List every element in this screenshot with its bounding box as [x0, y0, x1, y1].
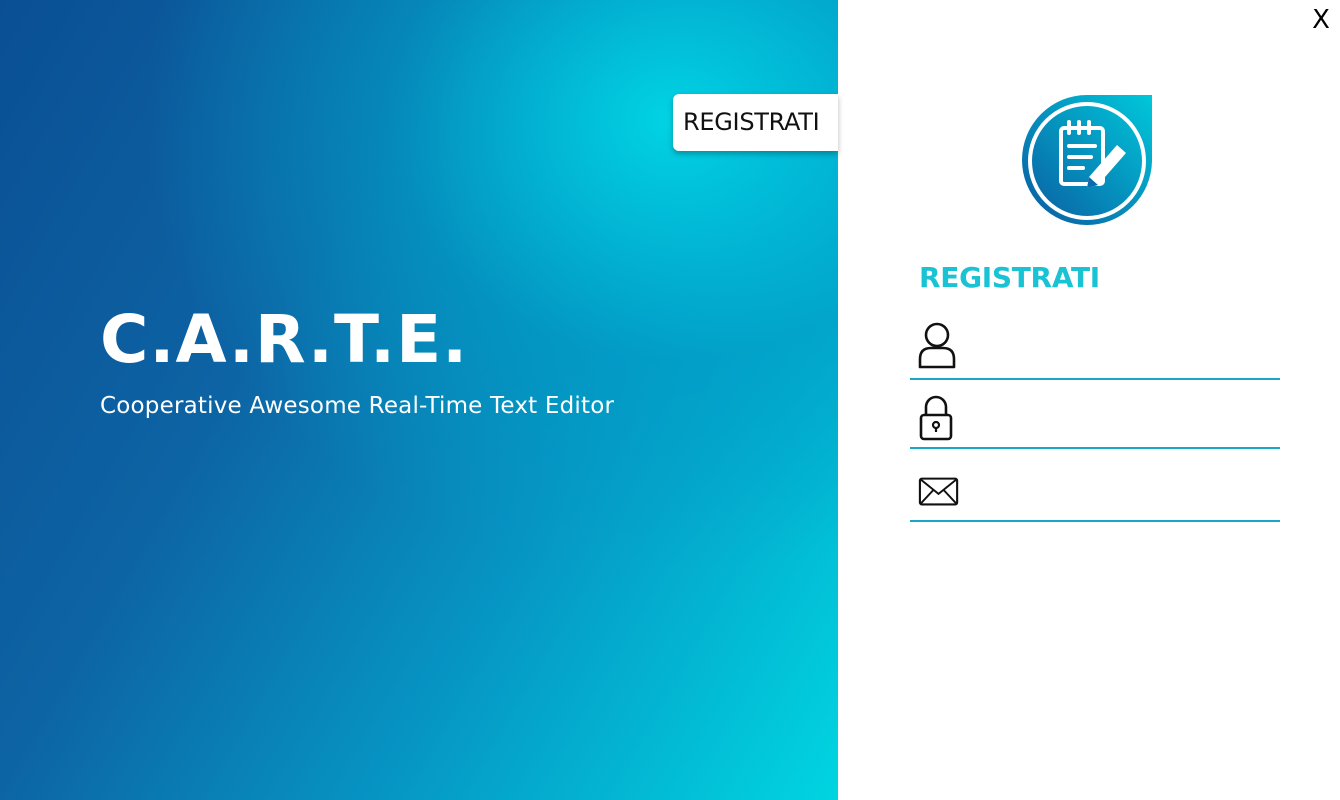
app-title: C.A.R.T.E.: [100, 301, 469, 378]
password-field: [910, 388, 1280, 449]
username-field: [910, 312, 1280, 380]
email-input[interactable]: [960, 472, 1280, 511]
form-heading: REGISTRATI: [919, 261, 1100, 294]
app-subtitle: Cooperative Awesome Real-Time Text Edito…: [100, 393, 615, 419]
close-button[interactable]: X: [1308, 2, 1334, 38]
lock-icon: [910, 394, 960, 442]
username-input[interactable]: [960, 326, 1280, 364]
email-field: [910, 463, 1280, 522]
password-input[interactable]: [960, 398, 1280, 437]
envelope-icon: [910, 475, 960, 509]
register-tab[interactable]: REGISTRATI: [673, 94, 838, 151]
notepad-pencil-icon: [1021, 95, 1153, 226]
user-icon: [910, 321, 960, 369]
